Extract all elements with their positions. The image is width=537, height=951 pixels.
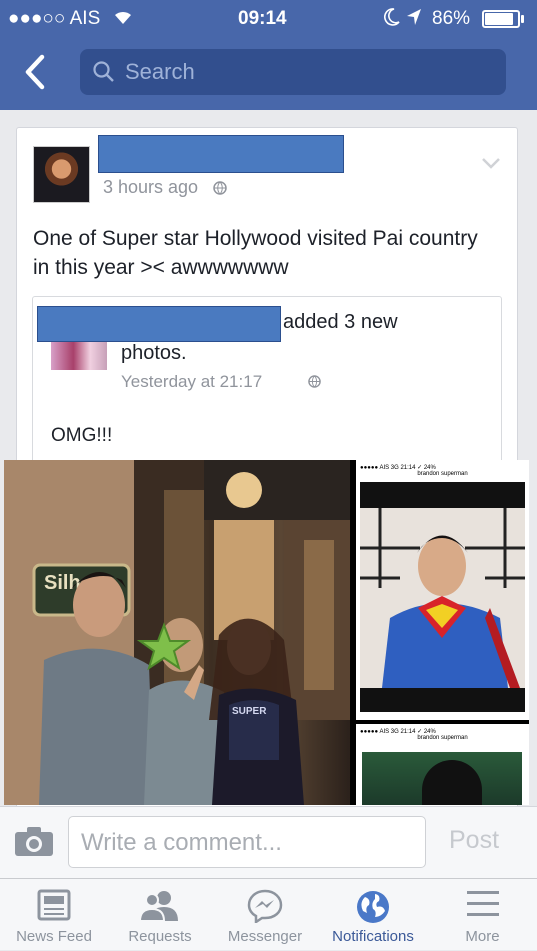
redacted-shared-author xyxy=(37,306,281,342)
battery-percent: 86% xyxy=(432,8,471,29)
camera-icon[interactable] xyxy=(14,825,54,862)
thumb2-caption: brandon superman xyxy=(417,735,468,741)
post-timestamp[interactable]: 3 hours ago xyxy=(103,177,198,198)
thumbnail-photo-2[interactable]: ●●●●● AIS 3G 21:14 ✓ 24% brandon superma… xyxy=(356,724,529,805)
comment-placeholder: Write a comment... xyxy=(81,829,282,856)
wifi-icon xyxy=(112,7,134,31)
avatar[interactable] xyxy=(33,146,90,203)
shared-action-continued: photos. xyxy=(121,342,187,364)
globe-icon xyxy=(213,181,227,200)
search-placeholder: Search xyxy=(125,59,195,84)
tab-label-more: More xyxy=(465,928,500,945)
location-arrow-icon xyxy=(406,8,422,32)
friend-requests-icon xyxy=(139,891,178,921)
clock: 09:14 xyxy=(238,8,287,29)
comment-bar: Write a comment... Post xyxy=(0,806,537,878)
tab-news-feed[interactable]: News Feed xyxy=(0,879,108,951)
back-icon[interactable] xyxy=(22,54,48,95)
tab-bar: News Feed Requests Messenger Notificatio… xyxy=(0,878,537,950)
post-comment-button[interactable]: Post xyxy=(449,826,499,855)
tab-requests[interactable]: Requests xyxy=(108,879,212,951)
search-input[interactable]: Search xyxy=(80,49,506,95)
tab-messenger[interactable]: Messenger xyxy=(212,879,318,951)
news-feed-icon xyxy=(37,889,71,921)
tab-label-news-feed: News Feed xyxy=(16,928,92,945)
carrier-label: ●●●○○ AIS xyxy=(8,8,101,29)
tab-notifications[interactable]: Notifications xyxy=(318,879,428,951)
nav-bar: Search xyxy=(0,38,537,110)
shared-avatar[interactable] xyxy=(51,342,107,370)
shared-action: added 3 new xyxy=(283,311,398,333)
shirt-text: SUPER xyxy=(232,706,267,717)
tab-label-messenger: Messenger xyxy=(227,928,303,945)
search-icon xyxy=(92,60,116,90)
thumb-status-bar: ●●●●● AIS 3G 21:14 ✓ 24% brandon superma… xyxy=(356,460,529,482)
post-text: One of Super star Hollywood visited Pai … xyxy=(33,227,478,279)
comment-input[interactable]: Write a comment... xyxy=(68,816,426,868)
battery-icon xyxy=(482,10,520,28)
menu-icon xyxy=(466,891,499,916)
tab-more[interactable]: More xyxy=(428,879,537,951)
thumb-caption: brandon superman xyxy=(417,471,468,477)
shared-timestamp[interactable]: Yesterday at 21:17 xyxy=(121,372,262,392)
redacted-author-name xyxy=(98,135,344,173)
shared-text: OMG!!! xyxy=(51,425,113,446)
globe-notifications-icon xyxy=(357,891,389,923)
shared-globe-icon xyxy=(308,375,321,393)
photo-grid: Silho SUPER ●●●●● AIS 3G 21:14 ✓ 24% bra… xyxy=(4,460,529,805)
moon-icon xyxy=(384,8,400,32)
main-photo[interactable]: Silho SUPER xyxy=(4,460,350,805)
tab-label-requests: Requests xyxy=(128,928,192,945)
status-bar: ●●●○○ AIS 09:14 86% xyxy=(0,0,537,38)
thumbnail-photo-1[interactable]: ●●●●● AIS 3G 21:14 ✓ 24% brandon superma… xyxy=(356,460,529,720)
chevron-down-icon[interactable] xyxy=(481,156,501,174)
tab-label-notifications: Notifications xyxy=(332,928,414,945)
messenger-icon xyxy=(247,889,283,923)
